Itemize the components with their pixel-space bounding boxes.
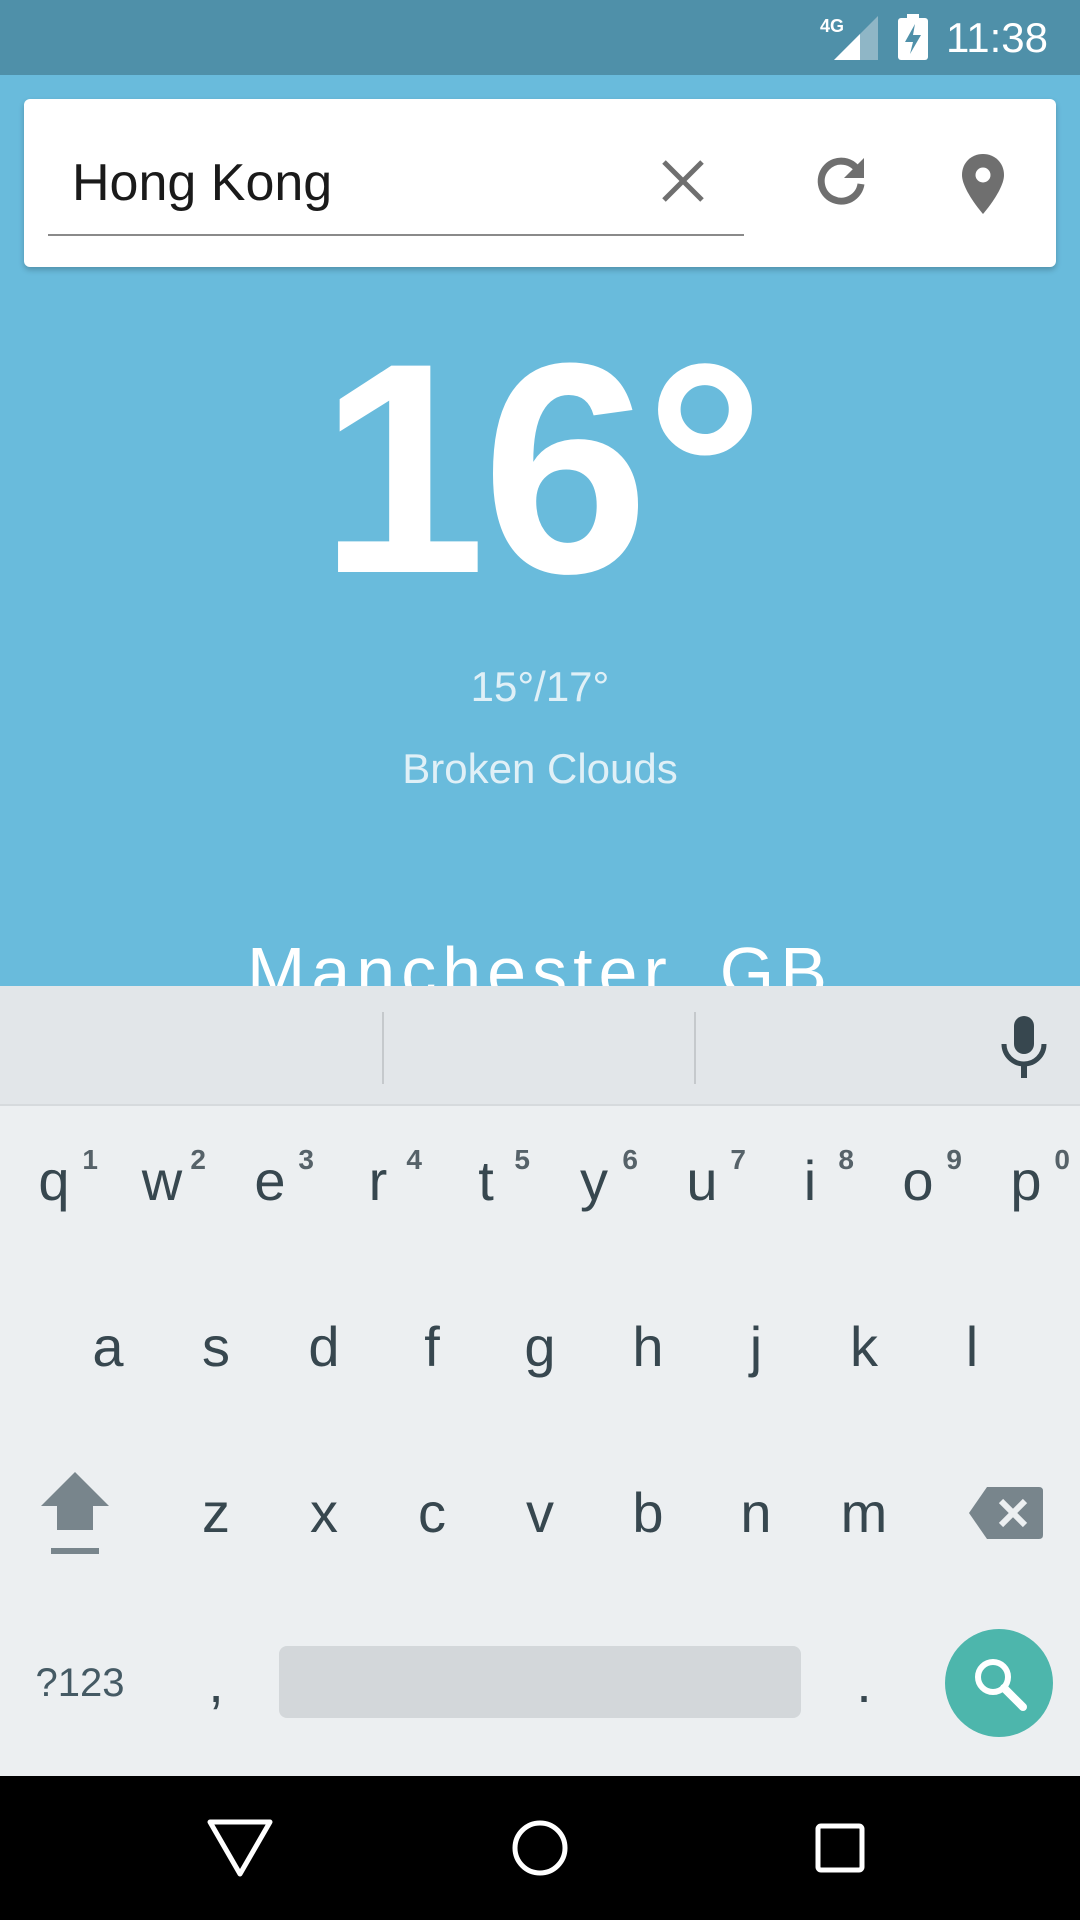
soft-keyboard: 1q 2w 3e 4r 5t 6y 7u 8i 9o 0p a s d f g … (0, 986, 1080, 1776)
shift-icon (41, 1472, 109, 1554)
key-g[interactable]: g (486, 1272, 594, 1422)
navigation-bar (0, 1776, 1080, 1920)
shift-key[interactable] (20, 1438, 130, 1588)
status-time: 11:38 (946, 14, 1048, 61)
key-m[interactable]: m (810, 1438, 918, 1588)
symbols-key[interactable]: ?123 (20, 1608, 140, 1758)
city-search-input[interactable] (48, 132, 744, 236)
search-action-button[interactable] (945, 1629, 1053, 1737)
key-w[interactable]: 2w (108, 1106, 216, 1256)
period-key[interactable]: . (810, 1608, 918, 1758)
key-y[interactable]: 6y (540, 1106, 648, 1256)
key-e[interactable]: 3e (216, 1106, 324, 1256)
search-icon (975, 1659, 1027, 1711)
microphone-icon[interactable] (996, 1014, 1052, 1080)
weather-condition: Broken Clouds (402, 745, 678, 792)
back-icon[interactable] (204, 1812, 276, 1884)
key-i[interactable]: 8i (756, 1106, 864, 1256)
backspace-key[interactable] (950, 1438, 1060, 1588)
suggestion-strip (0, 986, 1080, 1106)
temperature-range: 15°/17° (470, 663, 610, 710)
location-button[interactable] (950, 144, 1016, 224)
svg-text:4G: 4G (820, 16, 844, 36)
key-f[interactable]: f (378, 1272, 486, 1422)
key-t[interactable]: 5t (432, 1106, 540, 1256)
home-icon[interactable] (504, 1812, 576, 1884)
key-s[interactable]: s (162, 1272, 270, 1422)
backspace-icon (969, 1487, 1043, 1539)
suggestion-divider (382, 1012, 384, 1084)
clear-icon (662, 160, 704, 202)
key-c[interactable]: c (378, 1438, 486, 1588)
recents-icon[interactable] (804, 1812, 876, 1884)
key-j[interactable]: j (702, 1272, 810, 1422)
key-x[interactable]: x (270, 1438, 378, 1588)
key-a[interactable]: a (54, 1272, 162, 1422)
key-z[interactable]: z (162, 1438, 270, 1588)
key-h[interactable]: h (594, 1272, 702, 1422)
key-v[interactable]: v (486, 1438, 594, 1588)
location-pin-icon (962, 154, 1004, 214)
key-r[interactable]: 4r (324, 1106, 432, 1256)
key-o[interactable]: 9o (864, 1106, 972, 1256)
clear-button[interactable] (648, 146, 718, 216)
status-bar: 4G 11:38 (0, 0, 1080, 75)
key-u[interactable]: 7u (648, 1106, 756, 1256)
key-k[interactable]: k (810, 1272, 918, 1422)
key-l[interactable]: l (918, 1272, 1026, 1422)
key-q[interactable]: 1q (0, 1106, 108, 1256)
current-temperature: 16° (319, 300, 765, 636)
refresh-icon (817, 157, 865, 205)
signal-icon: 4G (820, 16, 878, 60)
space-bar[interactable] (279, 1646, 801, 1718)
key-d[interactable]: d (270, 1272, 378, 1422)
key-p[interactable]: 0p (972, 1106, 1080, 1256)
refresh-button[interactable] (804, 144, 878, 218)
key-n[interactable]: n (702, 1438, 810, 1588)
key-b[interactable]: b (594, 1438, 702, 1588)
suggestion-divider (694, 1012, 696, 1084)
battery-charging-icon (898, 14, 928, 60)
comma-key[interactable]: , (162, 1608, 270, 1758)
